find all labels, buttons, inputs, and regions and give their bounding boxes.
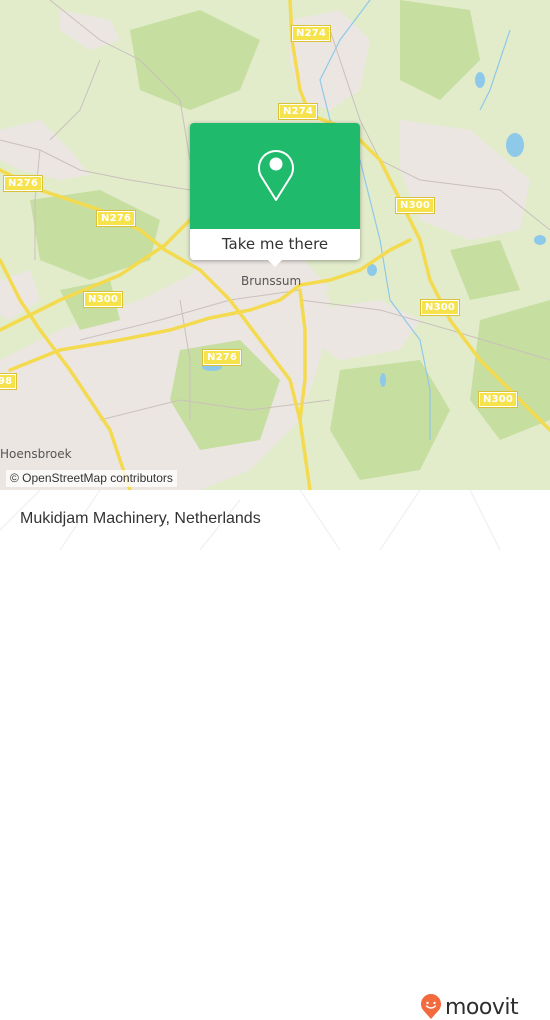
map-pin-icon [258,150,294,201]
road-shield: N274 [277,103,319,120]
moovit-wordmark: moovit [445,994,519,1020]
road-shield: N276 [95,210,137,227]
road-shield: N276 [2,175,44,192]
moovit-pin-icon [421,994,441,1019]
road-shield: N300 [477,391,519,408]
take-me-there-button[interactable]: Take me there [190,229,360,260]
place-title: Mukidjam Machinery, Netherlands [20,510,261,527]
road-shield: N300 [82,291,124,308]
map[interactable]: N274 N274 N276 N276 N276 N300 N300 N300 … [0,0,550,490]
road-shield: N274 [290,25,332,42]
road-shield: N300 [394,197,436,214]
moovit-logo[interactable]: moovit [420,994,519,1020]
footer: Mukidjam Machinery, Netherlands moovit [0,490,550,1020]
place-label-hoensbroek: Hoensbroek [0,447,72,461]
popup-header [190,123,360,229]
road-shield: N300 [419,299,461,316]
location-popup: Take me there [190,123,360,267]
place-label-brunssum: Brunssum [241,274,302,288]
popup-pointer [267,259,283,267]
map-attribution[interactable]: © OpenStreetMap contributors [6,470,177,487]
road-shield: N276 [201,349,243,366]
road-shield: 98 [0,373,18,390]
